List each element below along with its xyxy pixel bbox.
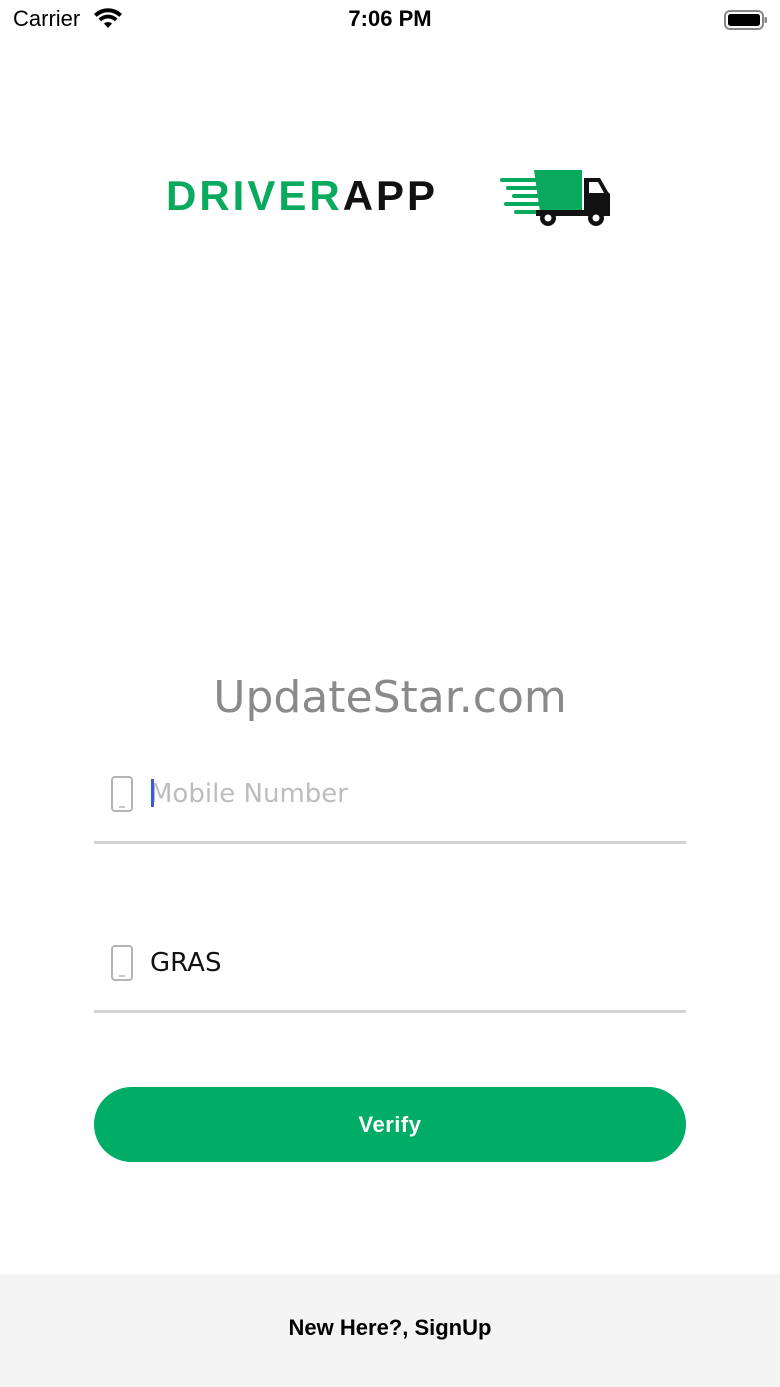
logo-text-app: APP [342,172,439,219]
secondary-input[interactable] [150,941,670,985]
truck-icon [500,170,610,226]
footer-bar: New Here?, SignUp [0,1274,780,1387]
logo-text-driver: DRIVER [166,172,343,219]
verify-button[interactable]: Verify [94,1087,686,1162]
mobile-phone-icon [111,776,133,812]
mobile-number-field[interactable] [94,764,686,844]
text-cursor [151,779,154,807]
logo-wordmark: DRIVERAPP [166,175,438,217]
secondary-underline [94,1010,686,1013]
watermark-text: UpdateStar.com [213,672,567,723]
mobile-phone-icon [111,945,133,981]
app-logo: DRIVERAPP [166,166,616,230]
secondary-field[interactable] [94,933,686,1013]
mobile-number-input[interactable] [150,772,670,816]
status-bar: Carrier 7:06 PM [0,0,780,40]
signup-link[interactable]: New Here?, SignUp [0,1315,780,1341]
battery-icon [724,10,767,30]
mobile-number-underline [94,841,686,844]
status-time: 7:06 PM [348,6,432,31]
